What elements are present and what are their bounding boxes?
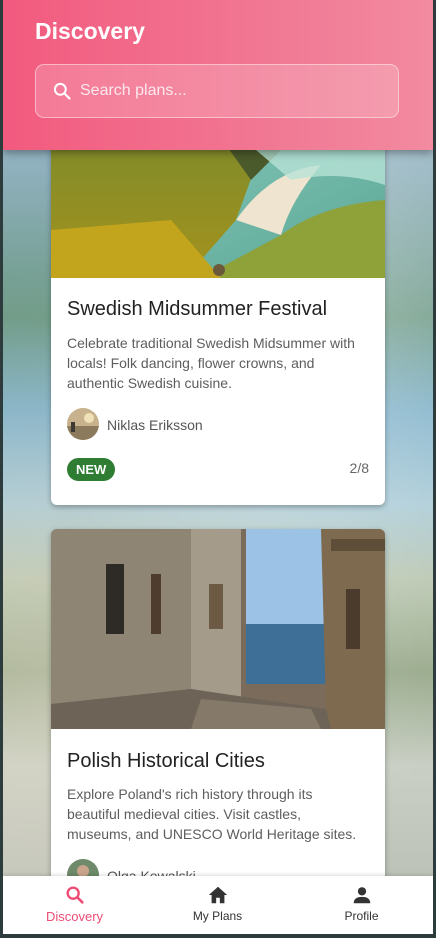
nav-profile[interactable]: Profile [290, 876, 433, 934]
page-title: Discovery [35, 18, 145, 44]
plan-title: Swedish Midsummer Festival [67, 298, 328, 320]
participant-count: 2/8 [349, 460, 369, 476]
nav-label: My Plans [192, 909, 243, 923]
nav-discovery[interactable]: Discovery [3, 876, 146, 934]
app-screen: Swedish Midsummer Festival Celebrate tra… [3, 0, 433, 934]
bottom-navigation: Discovery My Plans Profile [3, 876, 433, 934]
search-input[interactable] [80, 65, 380, 117]
search-icon [53, 82, 71, 100]
home-icon [208, 886, 228, 904]
person-icon [353, 887, 371, 904]
nav-label: Discovery [45, 909, 104, 924]
author-name[interactable]: Niklas Eriksson [107, 417, 203, 433]
search-bar[interactable] [35, 64, 399, 118]
plan-description: Explore Poland's rich history through it… [67, 786, 357, 842]
plan-card[interactable]: Swedish Midsummer Festival Celebrate tra… [51, 110, 385, 505]
plan-description: Celebrate traditional Swedish Midsummer … [67, 335, 355, 391]
search-icon [66, 886, 84, 904]
plan-card[interactable]: Polish Historical Cities Explore Poland'… [51, 529, 385, 934]
avatar[interactable] [67, 408, 99, 440]
app-header: Discovery [3, 0, 433, 150]
plan-image-alley [51, 529, 385, 729]
nav-label: Profile [344, 909, 379, 923]
nav-my-plans[interactable]: My Plans [146, 876, 289, 934]
plan-title: Polish Historical Cities [67, 750, 265, 772]
new-badge: NEW [67, 458, 116, 481]
